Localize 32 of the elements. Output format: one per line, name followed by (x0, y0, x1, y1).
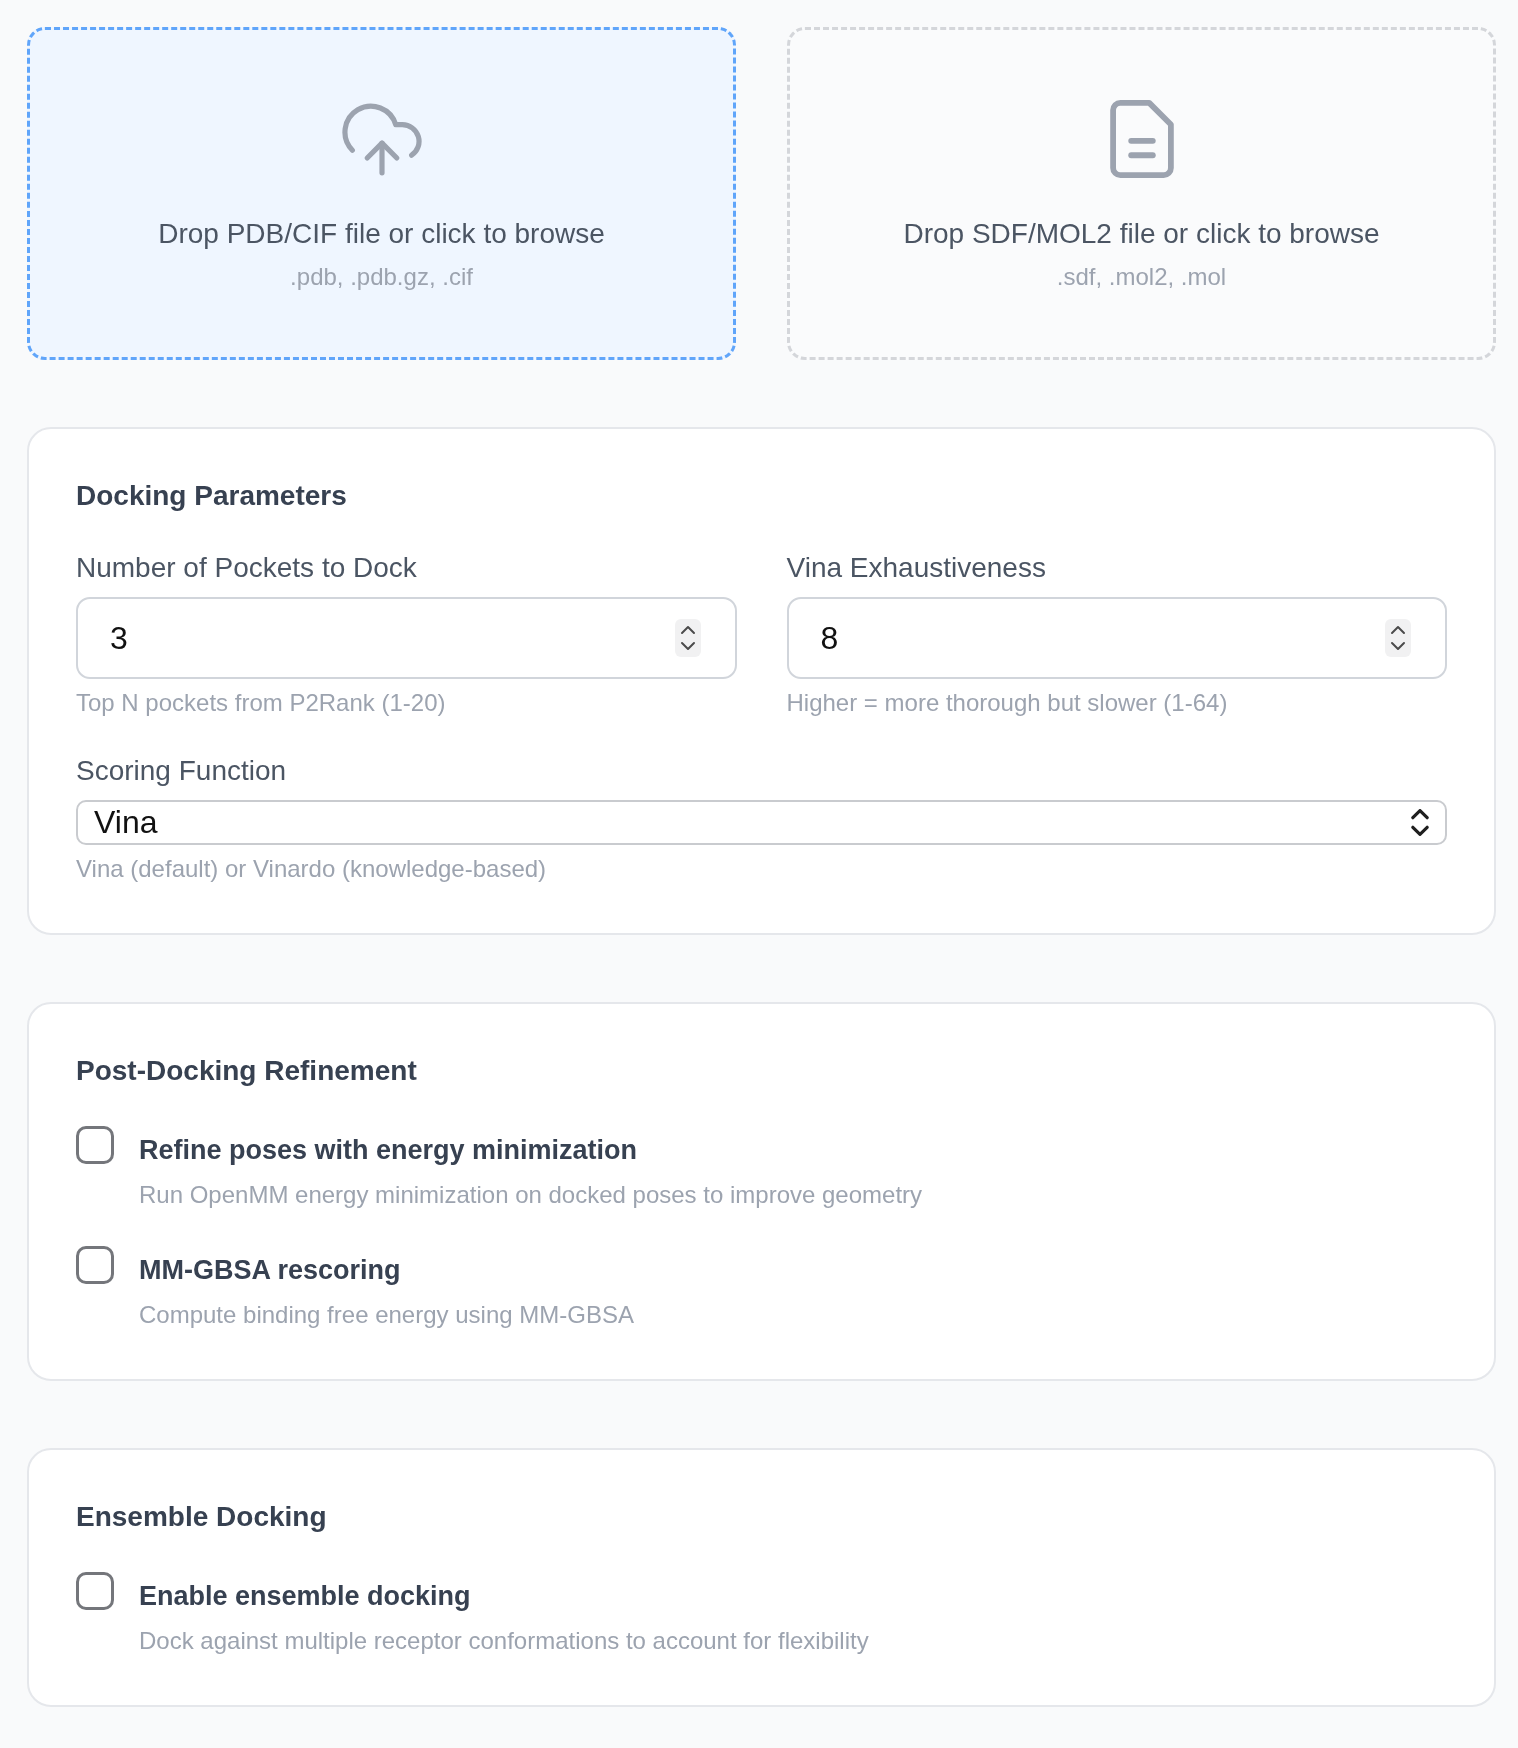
field-label: Scoring Function (76, 754, 288, 788)
stepper-icon[interactable] (1385, 619, 1411, 657)
section-title: Post-Docking Refinement (76, 1054, 418, 1088)
checkbox[interactable] (76, 1246, 114, 1284)
option-description: Compute binding free energy using MM-GBSA (139, 1300, 634, 1330)
field-label: Vina Exhaustiveness (786, 551, 1047, 585)
dropdown-select[interactable]: Vina (76, 800, 1447, 845)
file-drop-zone[interactable]: Drop SDF/MOL2 file or click to browse .sdf, .mol2, .mol (787, 27, 1496, 360)
help-text: Top N pockets from P2Rank (1-20) (76, 688, 447, 718)
checkbox[interactable] (76, 1572, 114, 1610)
field-label: Number of Pockets to Dock (76, 551, 418, 585)
checkbox-label: Refine poses with energy minimization (139, 1134, 639, 1167)
section-title: Docking Parameters (76, 479, 348, 513)
stepper-icon[interactable] (674, 619, 701, 657)
document-icon (1109, 100, 1174, 178)
number-input[interactable]: 3 (76, 597, 737, 679)
option-description: Run OpenMM energy minimization on docked poses to improve geometry (139, 1180, 923, 1210)
option-description: Dock against multiple receptor conformations to account for flexibility (139, 1626, 869, 1656)
accepted-formats: .sdf, .mol2, .mol (1056, 262, 1227, 292)
checkbox-label: MM-GBSA rescoring (139, 1254, 402, 1287)
cloud-upload-icon (341, 102, 422, 176)
chevron-updown-icon (1411, 809, 1429, 836)
drop-prompt: Drop SDF/MOL2 file or click to browse (903, 217, 1380, 251)
accepted-formats: .pdb, .pdb.gz, .cif (290, 262, 473, 292)
file-drop-zone[interactable]: Drop PDB/CIF file or click to browse .pdb, .pdb.gz, .cif (27, 27, 736, 360)
help-text: Higher = more thorough but slower (1-64) (786, 688, 1229, 718)
checkbox[interactable] (76, 1126, 114, 1164)
checkbox-label: Enable ensemble docking (139, 1580, 472, 1613)
number-input[interactable]: 8 (786, 597, 1447, 679)
help-text: Vina (default) or Vinardo (knowledge-based) (76, 854, 548, 884)
drop-prompt: Drop PDB/CIF file or click to browse (158, 217, 605, 251)
section-title: Ensemble Docking (76, 1500, 328, 1534)
